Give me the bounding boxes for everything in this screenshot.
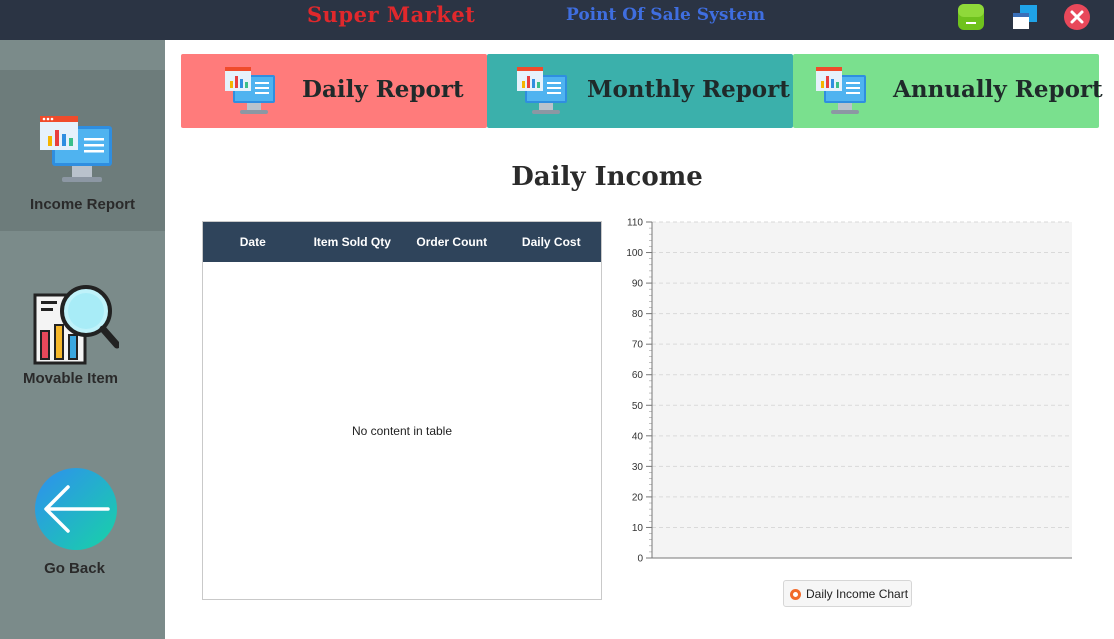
income-report-icon bbox=[38, 114, 114, 190]
movable-item-icon bbox=[33, 281, 121, 371]
y-tick-label: 10 bbox=[632, 523, 644, 534]
minimize-icon[interactable] bbox=[957, 3, 985, 31]
legend-marker-icon bbox=[790, 589, 801, 600]
sidebar: Income Report Movable Item Go Back bbox=[0, 40, 165, 639]
sidebar-item-label: Income Report bbox=[29, 196, 135, 213]
y-tick-label: 70 bbox=[632, 340, 644, 351]
sidebar-item-label: Go Back bbox=[44, 560, 105, 577]
annually-report-button[interactable]: Annually Report bbox=[793, 54, 1103, 128]
column-header-order-count[interactable]: Order Count bbox=[402, 222, 502, 262]
table-header: Date Item Sold Qty Order Count Daily Cos… bbox=[203, 222, 601, 262]
plot-area bbox=[652, 222, 1072, 558]
annually-report-label: Annually Report bbox=[893, 76, 1103, 103]
chart-svg: 0 10 20 30 40 50 60 70 80 90 100 110 bbox=[626, 218, 1072, 565]
monthly-report-button[interactable]: Monthly Report bbox=[487, 54, 793, 128]
y-tick-label: 110 bbox=[627, 218, 643, 229]
column-header-date[interactable]: Date bbox=[203, 222, 303, 262]
y-tick-label: 60 bbox=[632, 370, 644, 381]
daily-report-label: Daily Report bbox=[302, 76, 464, 103]
go-back-button[interactable]: Go Back bbox=[0, 460, 165, 585]
sidebar-item-income-report[interactable]: Income Report bbox=[0, 70, 165, 231]
back-arrow-icon bbox=[34, 467, 118, 555]
close-icon[interactable] bbox=[1063, 3, 1091, 31]
legend-label: Daily Income Chart bbox=[806, 587, 909, 601]
report-icon bbox=[515, 65, 567, 117]
table-placeholder: No content in table bbox=[351, 424, 453, 438]
report-icon bbox=[223, 65, 275, 117]
y-tick-label: 50 bbox=[632, 401, 644, 412]
sidebar-item-movable-item[interactable]: Movable Item bbox=[0, 276, 165, 396]
income-table[interactable]: Date Item Sold Qty Order Count Daily Cos… bbox=[202, 221, 602, 600]
section-title: Daily Income bbox=[511, 162, 703, 192]
y-tick-label: 0 bbox=[637, 554, 643, 565]
column-header-item-sold-qty[interactable]: Item Sold Qty bbox=[303, 222, 403, 262]
restore-icon[interactable] bbox=[1011, 3, 1039, 31]
y-tick-label: 80 bbox=[632, 309, 644, 320]
y-tick-label: 90 bbox=[632, 279, 644, 290]
y-tick-label: 20 bbox=[632, 492, 644, 503]
column-header-daily-cost[interactable]: Daily Cost bbox=[502, 222, 602, 262]
app-subtitle: Point Of Sale System bbox=[566, 5, 766, 25]
report-icon bbox=[814, 65, 866, 117]
y-tick-label: 30 bbox=[632, 462, 644, 473]
y-tick-label: 40 bbox=[632, 431, 644, 442]
title-bar: Super Market Point Of Sale System bbox=[0, 0, 1114, 40]
chart-legend[interactable]: Daily Income Chart bbox=[783, 580, 912, 607]
app-brand-title: Super Market bbox=[307, 2, 476, 27]
monthly-report-label: Monthly Report bbox=[587, 76, 790, 103]
daily-income-chart: 0 10 20 30 40 50 60 70 80 90 100 110 bbox=[618, 214, 1088, 614]
sidebar-item-label: Movable Item bbox=[22, 370, 119, 387]
y-tick-label: 100 bbox=[626, 248, 643, 259]
daily-report-button[interactable]: Daily Report bbox=[181, 54, 487, 128]
